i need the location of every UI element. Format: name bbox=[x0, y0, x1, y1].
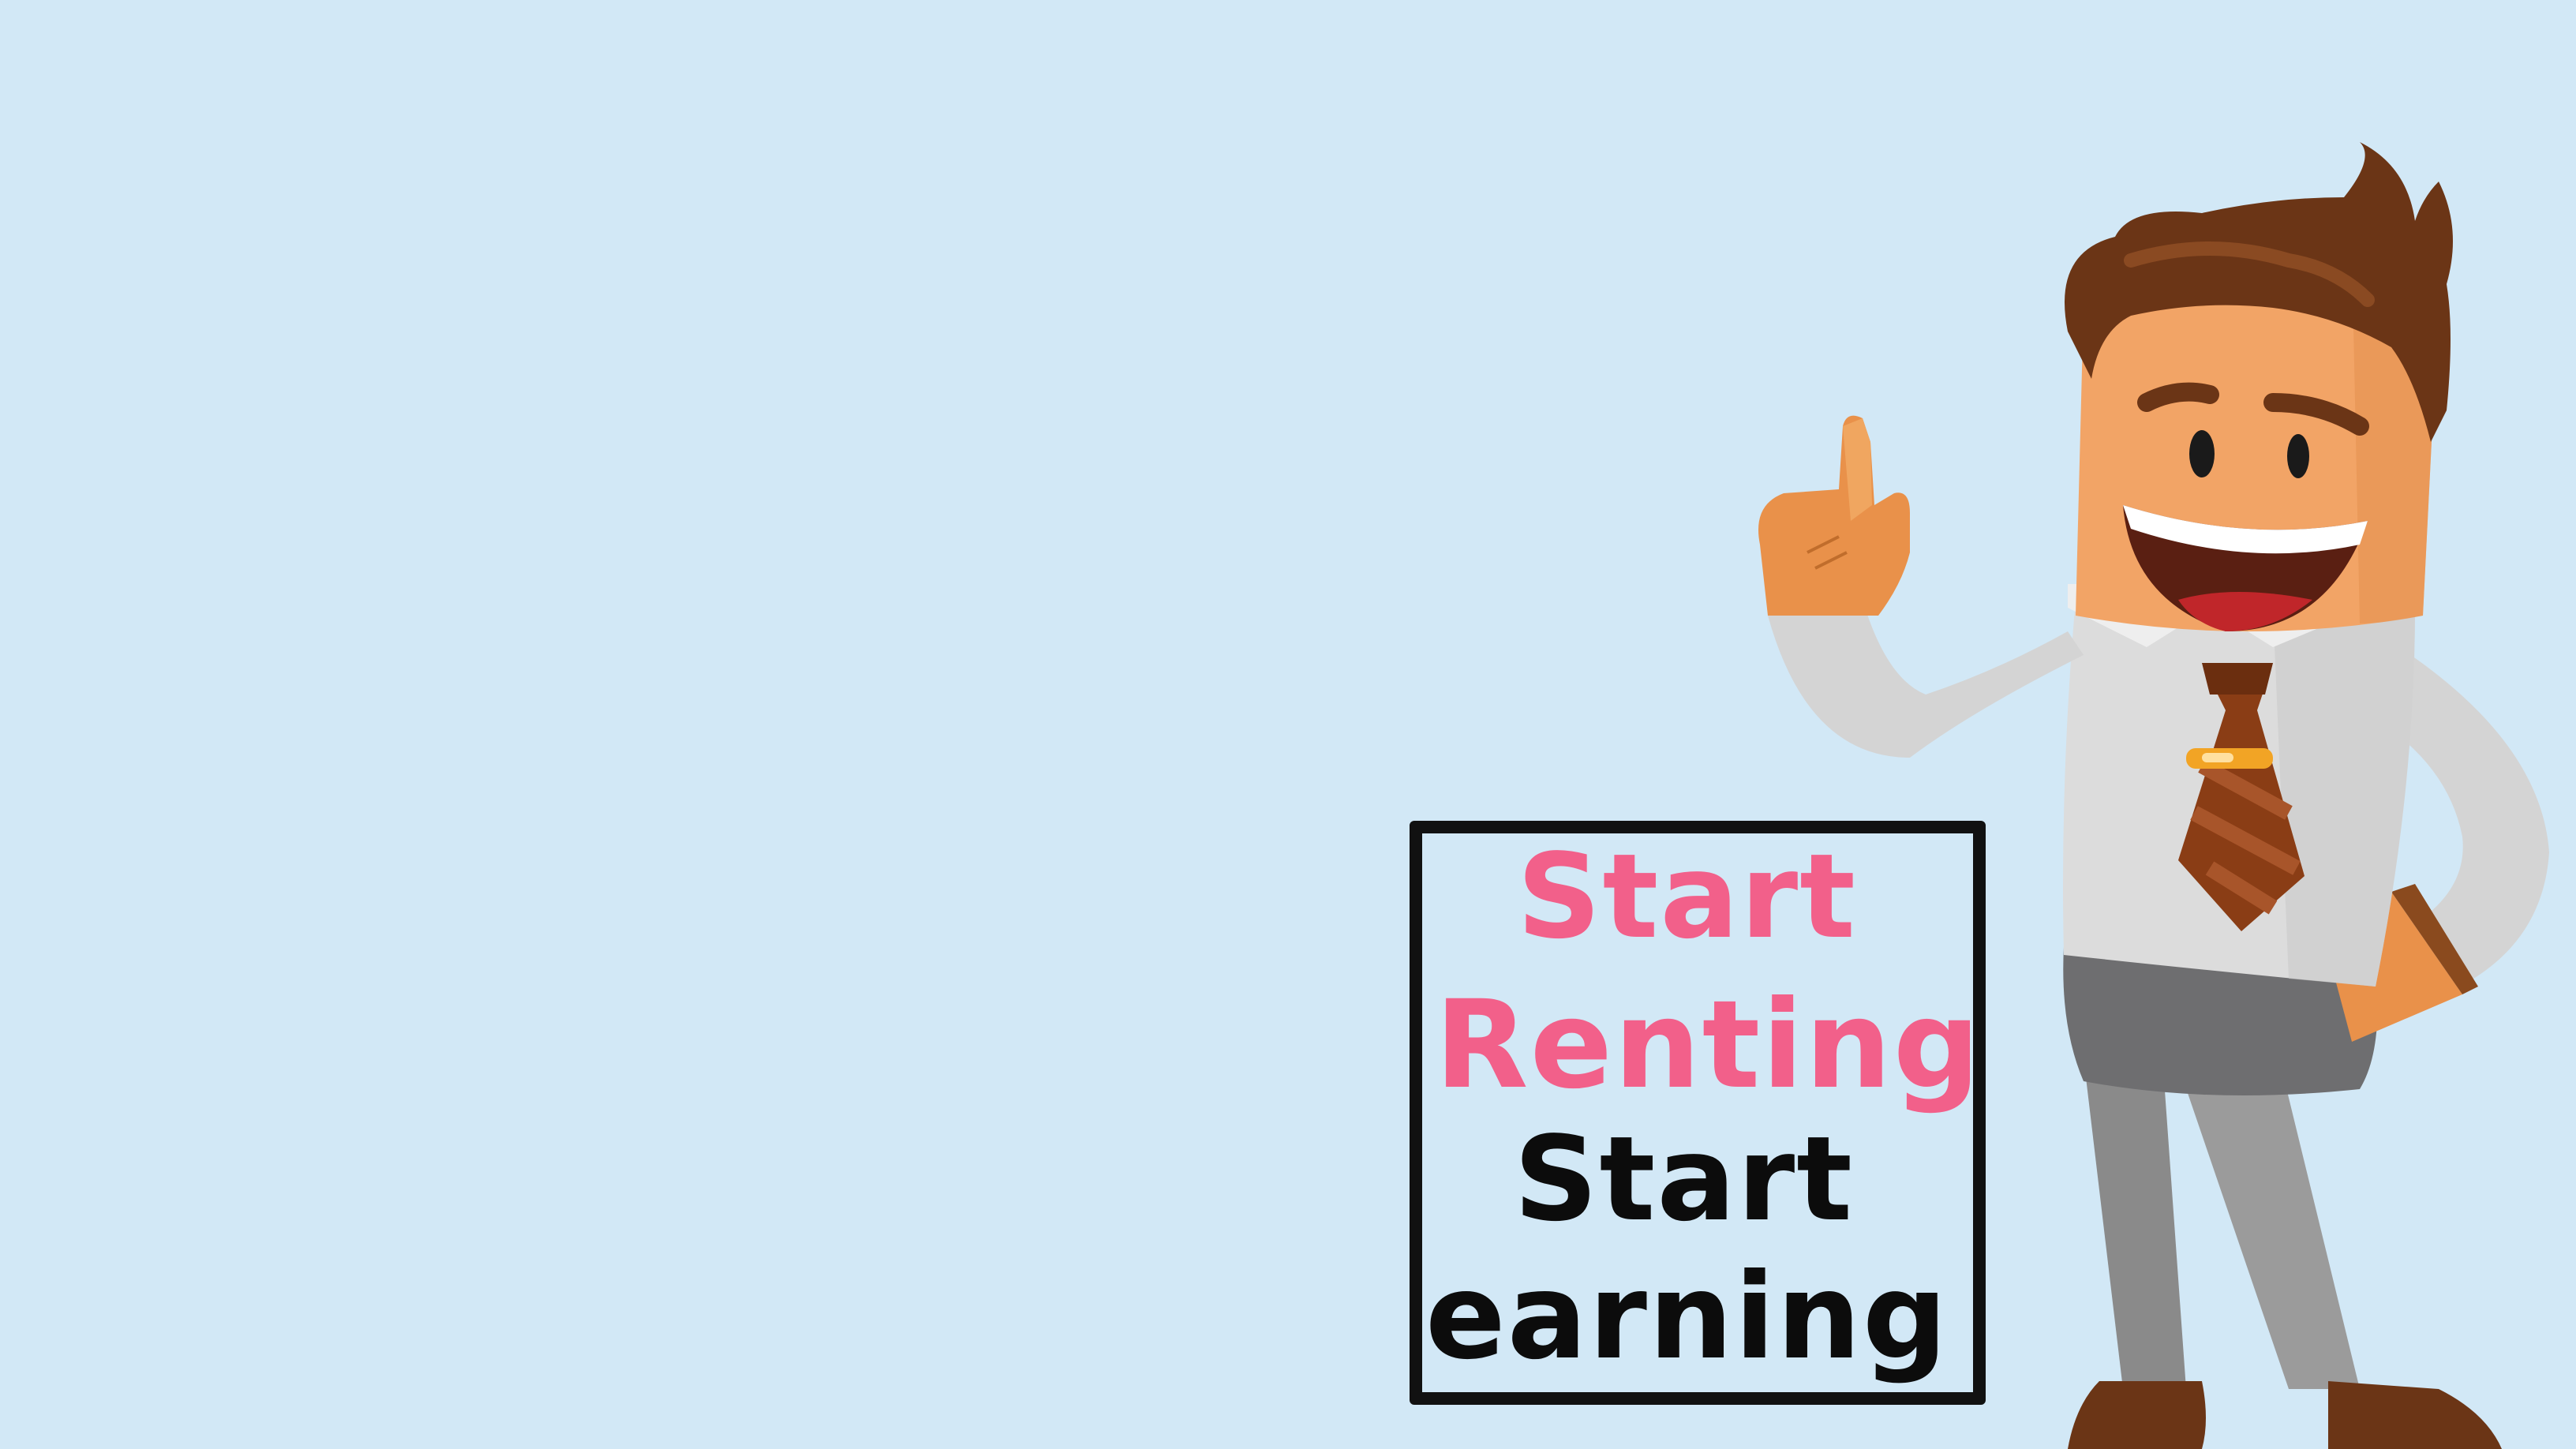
slogan-line-earning: earning bbox=[1425, 1249, 1949, 1386]
businessman-right-eye bbox=[2287, 434, 2309, 478]
businessman-raised-arm bbox=[1768, 600, 2084, 758]
businessman-pointing-hand bbox=[1758, 415, 1910, 616]
businessman-left-leg bbox=[2084, 1058, 2186, 1389]
businessman-left-shoe bbox=[2068, 1381, 2206, 1449]
businessman-illustration bbox=[1758, 142, 2549, 1449]
businessman-right-leg bbox=[2178, 1065, 2360, 1389]
banner-scene: Start Renting Start earning bbox=[0, 0, 2576, 1449]
slogan-line-renting: Renting bbox=[1435, 975, 1982, 1116]
slogan-line-start-renting-1: Start bbox=[1517, 829, 1857, 964]
slogan-line-start-earning-1: Start bbox=[1514, 1111, 1854, 1247]
businessman-left-eye bbox=[2189, 430, 2215, 477]
businessman-left-eyebrow bbox=[2137, 382, 2219, 412]
businessman-right-shoe bbox=[2328, 1381, 2502, 1449]
